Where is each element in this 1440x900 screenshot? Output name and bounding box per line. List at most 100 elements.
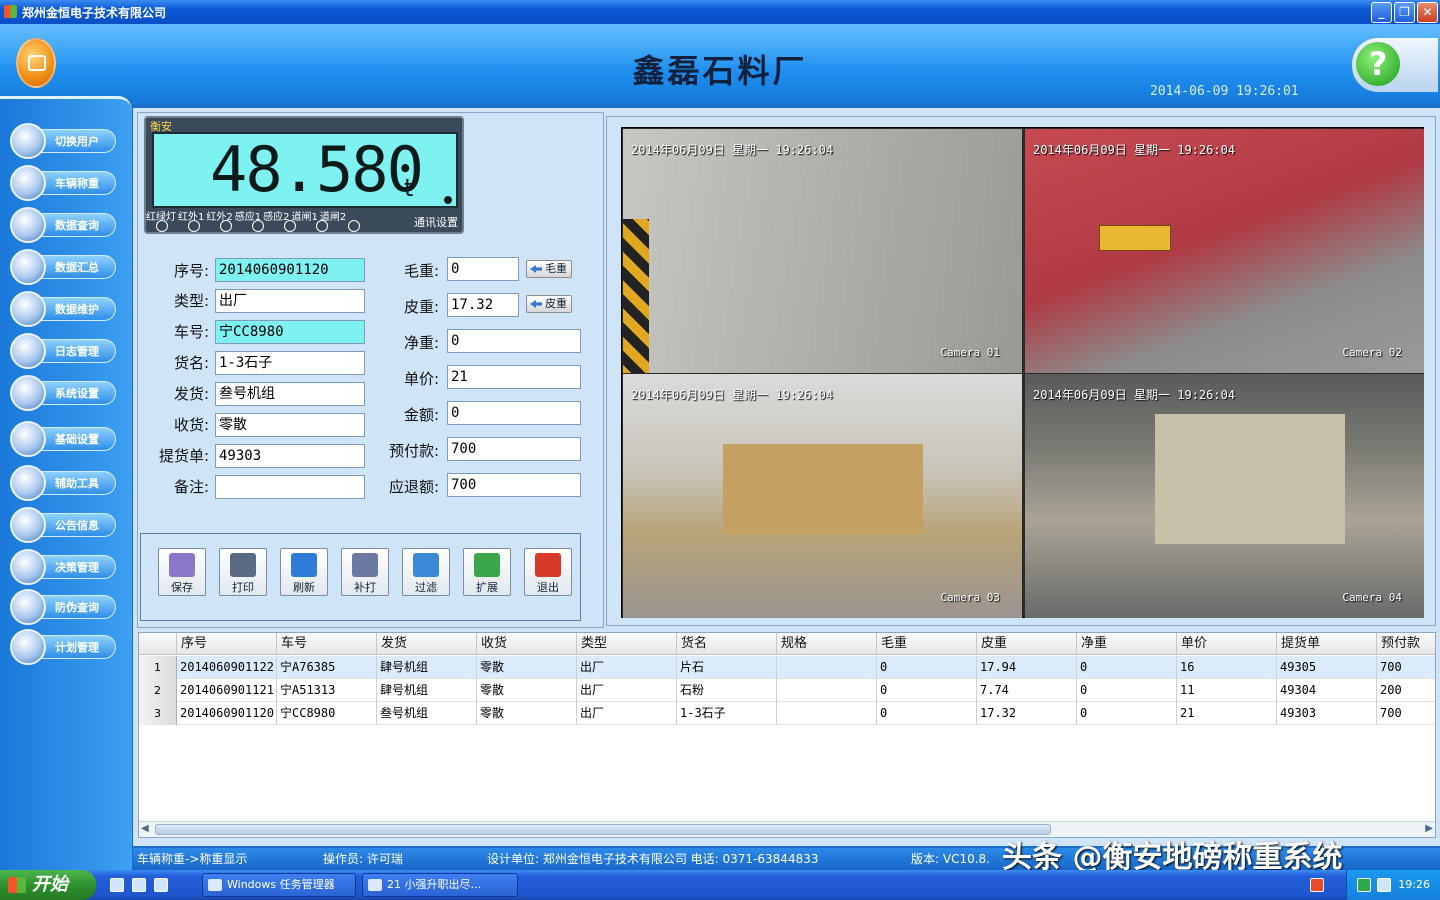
table-cell: 0 <box>877 679 977 702</box>
save-button[interactable]: 保存 <box>158 548 206 596</box>
type-field[interactable]: 出厂 <box>215 289 365 313</box>
weight-value: 48.580 <box>210 133 424 206</box>
column-header[interactable]: 车号 <box>277 633 377 655</box>
column-header[interactable]: 毛重 <box>877 633 977 655</box>
column-header[interactable]: 序号 <box>177 633 277 655</box>
column-header[interactable]: 皮重 <box>977 633 1077 655</box>
table-row[interactable]: 1 2014060901122 宁A76385 肆号机组 零散 出厂 片石 0 17.94 0 16… <box>139 656 1435 679</box>
camera-name: Camera 04 <box>1342 591 1402 604</box>
tare-capture-button[interactable]: 皮重 <box>526 295 572 313</box>
bill-field[interactable]: 49303 <box>215 444 365 468</box>
scroll-right-icon[interactable]: ▶ <box>1425 823 1433 834</box>
receiver-field[interactable]: 零散 <box>215 413 365 437</box>
stable-indicator <box>444 196 452 204</box>
gross-capture-button[interactable]: 毛重 <box>526 260 572 278</box>
column-header[interactable]: 货名 <box>677 633 777 655</box>
media-quicklaunch-icon[interactable] <box>154 878 168 892</box>
row-number: 3 <box>139 702 177 725</box>
sidebar-item[interactable]: 辅助工具 <box>10 465 118 501</box>
sidebar-item[interactable]: 公告信息 <box>10 507 118 543</box>
column-header[interactable]: 规格 <box>777 633 877 655</box>
sender-field[interactable]: 叁号机组 <box>215 382 365 406</box>
table-cell: 2014060901122 <box>177 656 277 679</box>
lamp-indicators <box>156 220 380 236</box>
table-cell: 石粉 <box>677 679 777 702</box>
column-header[interactable]: 预付款 <box>1377 633 1435 655</box>
net-field[interactable]: 0 <box>447 329 581 353</box>
refund-label: 应退额: <box>388 478 439 496</box>
remark-field[interactable] <box>215 475 365 499</box>
tray-clock: 19:26 <box>1398 878 1430 891</box>
reprint-button[interactable]: 补打 <box>341 548 389 596</box>
sidebar-item[interactable]: 车辆称重 <box>10 165 118 201</box>
settings-icon <box>10 421 46 457</box>
camera-name: Camera 02 <box>1342 346 1402 359</box>
goods-field[interactable]: 1-3石子 <box>215 351 365 375</box>
sogou-tray-icon[interactable] <box>1310 878 1324 892</box>
ie-quicklaunch-icon[interactable] <box>110 878 124 892</box>
column-header[interactable]: 净重 <box>1077 633 1177 655</box>
refund-field[interactable]: 700 <box>447 473 581 497</box>
sidebar-item[interactable]: 基础设置 <box>10 421 118 457</box>
sidebar-item[interactable]: 系统设置 <box>10 375 118 411</box>
wrench-icon <box>10 291 46 327</box>
gross-field[interactable]: 0 <box>447 257 519 281</box>
tare-field[interactable]: 17.32 <box>447 293 519 317</box>
task-button[interactable]: 21 小强升职出尽... <box>362 873 518 897</box>
plate-field[interactable]: 宁CC8980 <box>215 320 365 344</box>
camera-view[interactable]: 2014年06月09日 星期一 19:26:04 Camera 01 <box>623 129 1022 373</box>
column-header[interactable]: 提货单 <box>1277 633 1377 655</box>
scroll-left-icon[interactable]: ◀ <box>141 823 149 834</box>
decision-icon <box>10 549 46 585</box>
notice-icon <box>10 507 46 543</box>
user-switch-icon <box>10 123 46 159</box>
expand-button[interactable]: 扩展 <box>463 548 511 596</box>
table-row[interactable]: 3 2014060901120 宁CC8980 叁号机组 零散 出厂 1-3石子 0 17.32… <box>139 702 1435 725</box>
serial-field[interactable]: 2014060901120 <box>215 258 365 282</box>
column-header[interactable]: 收货 <box>477 633 577 655</box>
sidebar-item[interactable]: 数据查询 <box>10 207 118 243</box>
refresh-label: 刷新 <box>293 581 315 594</box>
column-header[interactable]: 单价 <box>1177 633 1277 655</box>
sidebar-item[interactable]: 防伪查询 <box>10 589 118 625</box>
maximize-button[interactable]: ❐ <box>1394 2 1415 23</box>
minimize-button[interactable]: _ <box>1371 2 1392 23</box>
sidebar-item[interactable]: 日志管理 <box>10 333 118 369</box>
table-row[interactable]: 2 2014060901121 宁A51313 肆号机组 零散 出厂 石粉 0 7.74 0 11 4… <box>139 679 1435 702</box>
column-header[interactable]: 发货 <box>377 633 477 655</box>
help-button[interactable]: ? <box>1352 38 1438 92</box>
table-cell <box>777 656 877 679</box>
sidebar-item[interactable]: 计划管理 <box>10 629 118 665</box>
close-button[interactable]: ✕ <box>1417 2 1438 23</box>
table-cell: 0 <box>1077 656 1177 679</box>
scroll-thumb[interactable] <box>155 824 1051 835</box>
sidebar-item[interactable]: 数据维护 <box>10 291 118 327</box>
task-label: Windows 任务管理器 <box>227 878 335 891</box>
print-label: 打印 <box>232 581 254 594</box>
prepay-field[interactable]: 700 <box>447 437 581 461</box>
sidebar-item[interactable]: 决策管理 <box>10 549 118 585</box>
exit-button[interactable]: 退出 <box>524 548 572 596</box>
network-tray-icon[interactable] <box>1377 878 1391 892</box>
print-button[interactable]: 打印 <box>219 548 267 596</box>
price-field[interactable]: 21 <box>447 365 581 389</box>
app-flag-icon <box>4 5 17 18</box>
shield-tray-icon[interactable] <box>1357 878 1371 892</box>
task-button[interactable]: Windows 任务管理器 <box>202 873 356 897</box>
amount-field[interactable]: 0 <box>447 401 581 425</box>
table-cell: 700 <box>1377 656 1435 679</box>
sidebar-item[interactable]: 数据汇总 <box>10 249 118 285</box>
desktop-quicklaunch-icon[interactable] <box>132 878 146 892</box>
comm-settings-link[interactable]: 通讯设置 <box>414 214 458 230</box>
filter-button[interactable]: 过滤 <box>402 548 450 596</box>
camera-view[interactable]: 2014年06月09日 星期一 19:26:04 Camera 02 <box>1025 129 1424 373</box>
refresh-button[interactable]: 刷新 <box>280 548 328 596</box>
camera-view[interactable]: 2014年06月09日 星期一 19:26:04 Camera 04 <box>1025 374 1424 618</box>
taskbar: 开始 Windows 任务管理器 21 小强升职出尽... 19:26 <box>0 870 1440 900</box>
expand-label: 扩展 <box>476 581 498 594</box>
column-header[interactable]: 类型 <box>577 633 677 655</box>
camera-view[interactable]: 2014年06月09日 星期一 19:26:04 Camera 03 <box>623 374 1022 618</box>
sidebar-item[interactable]: 切换用户 <box>10 123 118 159</box>
globe-icon <box>10 589 46 625</box>
start-button[interactable]: 开始 <box>0 870 96 900</box>
